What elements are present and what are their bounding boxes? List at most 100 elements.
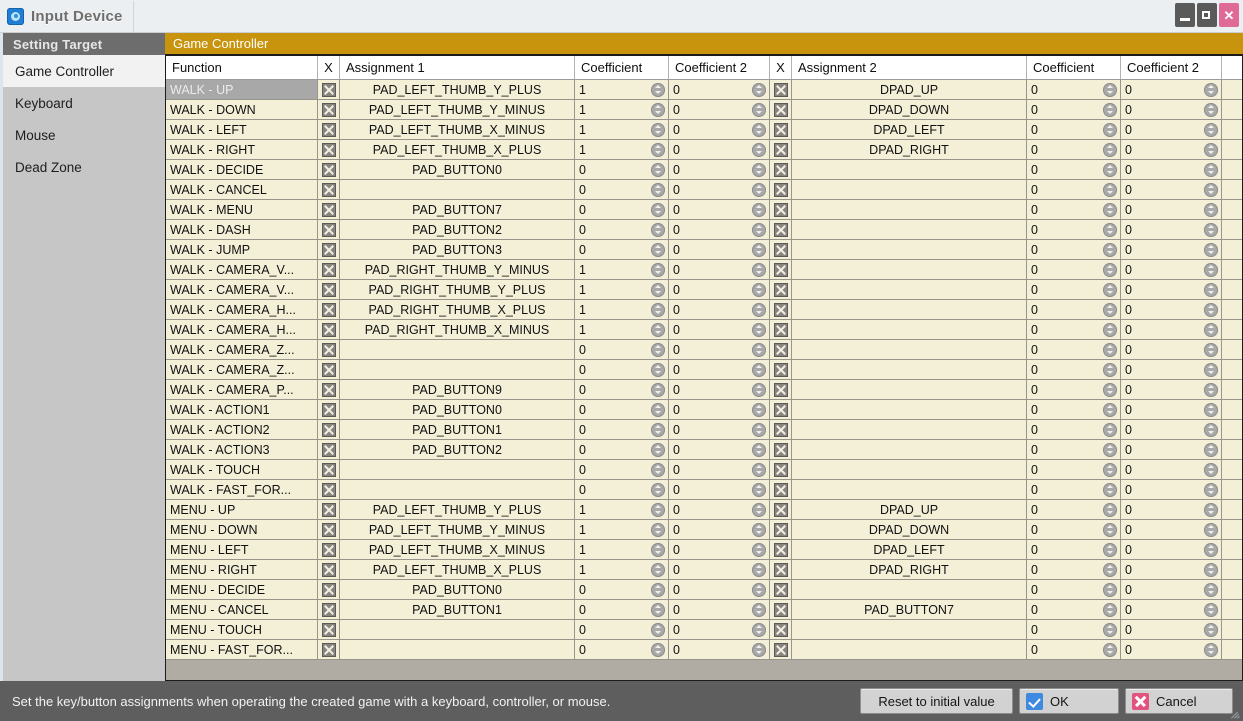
assignment-1-cell[interactable]: PAD_RIGHT_THUMB_Y_PLUS xyxy=(340,280,575,299)
x-icon[interactable] xyxy=(322,123,336,137)
x-icon[interactable] xyxy=(774,463,788,477)
x-icon[interactable] xyxy=(774,543,788,557)
coefficient-1b[interactable]: 0 xyxy=(669,300,770,319)
assignment-1-cell[interactable]: PAD_RIGHT_THUMB_X_MINUS xyxy=(340,320,575,339)
cancel-button[interactable]: Cancel xyxy=(1125,688,1233,714)
assignment-1-cell[interactable]: PAD_LEFT_THUMB_X_MINUS xyxy=(340,120,575,139)
coefficient-1b[interactable]: 0 xyxy=(669,280,770,299)
spinner-icon[interactable] xyxy=(1103,203,1117,217)
assignment-1-cell[interactable]: PAD_BUTTON3 xyxy=(340,240,575,259)
spinner-icon[interactable] xyxy=(651,423,665,437)
coefficient-1[interactable]: 1 xyxy=(575,280,669,299)
clear-assignment-1-cell[interactable] xyxy=(318,560,340,579)
spinner-icon[interactable] xyxy=(1103,143,1117,157)
spinner-icon[interactable] xyxy=(651,123,665,137)
spinner-icon[interactable] xyxy=(1204,583,1218,597)
x-icon[interactable] xyxy=(322,443,336,457)
coefficient-1b[interactable]: 0 xyxy=(669,540,770,559)
coefficient-2[interactable]: 0 xyxy=(1027,160,1121,179)
spinner-icon[interactable] xyxy=(651,323,665,337)
table-row[interactable]: WALK - CAMERA_P...PAD_BUTTON90000 xyxy=(166,380,1242,400)
clear-assignment-1-cell[interactable] xyxy=(318,220,340,239)
spinner-icon[interactable] xyxy=(1103,423,1117,437)
x-icon[interactable] xyxy=(322,463,336,477)
table-row[interactable]: WALK - CAMERA_V...PAD_RIGHT_THUMB_Y_MINU… xyxy=(166,260,1242,280)
x-icon[interactable] xyxy=(322,343,336,357)
spinner-icon[interactable] xyxy=(752,283,766,297)
spinner-icon[interactable] xyxy=(651,443,665,457)
assignment-1-cell[interactable]: PAD_BUTTON0 xyxy=(340,160,575,179)
spinner-icon[interactable] xyxy=(752,463,766,477)
clear-assignment-2-cell[interactable] xyxy=(770,360,792,379)
spinner-icon[interactable] xyxy=(1103,163,1117,177)
table-row[interactable]: MENU - TOUCH0000 xyxy=(166,620,1242,640)
x-icon[interactable] xyxy=(774,363,788,377)
assignment-2-cell[interactable] xyxy=(792,580,1027,599)
table-row[interactable]: WALK - ACTION3PAD_BUTTON20000 xyxy=(166,440,1242,460)
column-header-assignment-1-2[interactable]: Assignment 1 xyxy=(340,56,575,79)
assignment-1-cell[interactable]: PAD_BUTTON7 xyxy=(340,200,575,219)
coefficient-1b[interactable]: 0 xyxy=(669,640,770,659)
spinner-icon[interactable] xyxy=(1204,83,1218,97)
spinner-icon[interactable] xyxy=(1204,343,1218,357)
x-icon[interactable] xyxy=(322,543,336,557)
spinner-icon[interactable] xyxy=(752,623,766,637)
assignment-1-cell[interactable] xyxy=(340,460,575,479)
table-row[interactable]: MENU - CANCELPAD_BUTTON100PAD_BUTTON700 xyxy=(166,600,1242,620)
assignment-2-cell[interactable] xyxy=(792,240,1027,259)
x-icon[interactable] xyxy=(774,423,788,437)
coefficient-2[interactable]: 0 xyxy=(1027,640,1121,659)
x-icon[interactable] xyxy=(322,583,336,597)
assignment-1-cell[interactable]: PAD_BUTTON9 xyxy=(340,380,575,399)
coefficient-2b[interactable]: 0 xyxy=(1121,160,1222,179)
x-icon[interactable] xyxy=(774,163,788,177)
spinner-icon[interactable] xyxy=(752,503,766,517)
x-icon[interactable] xyxy=(322,203,336,217)
coefficient-2b[interactable]: 0 xyxy=(1121,460,1222,479)
clear-assignment-2-cell[interactable] xyxy=(770,560,792,579)
column-header-x-5[interactable]: X xyxy=(770,56,792,79)
x-icon[interactable] xyxy=(774,103,788,117)
coefficient-2b[interactable]: 0 xyxy=(1121,220,1222,239)
clear-assignment-1-cell[interactable] xyxy=(318,240,340,259)
assignment-2-cell[interactable]: DPAD_DOWN xyxy=(792,100,1027,119)
column-header-coefficient-3[interactable]: Coefficient xyxy=(575,56,669,79)
spinner-icon[interactable] xyxy=(651,103,665,117)
coefficient-1[interactable]: 0 xyxy=(575,380,669,399)
spinner-icon[interactable] xyxy=(1204,223,1218,237)
spinner-icon[interactable] xyxy=(1204,383,1218,397)
clear-assignment-1-cell[interactable] xyxy=(318,460,340,479)
coefficient-1[interactable]: 0 xyxy=(575,460,669,479)
spinner-icon[interactable] xyxy=(1204,163,1218,177)
assignment-2-cell[interactable]: DPAD_UP xyxy=(792,80,1027,99)
coefficient-1[interactable]: 0 xyxy=(575,200,669,219)
coefficient-1[interactable]: 0 xyxy=(575,420,669,439)
spinner-icon[interactable] xyxy=(752,383,766,397)
assignment-2-cell[interactable] xyxy=(792,400,1027,419)
x-icon[interactable] xyxy=(322,423,336,437)
x-icon[interactable] xyxy=(322,243,336,257)
assignment-2-cell[interactable]: PAD_BUTTON7 xyxy=(792,600,1027,619)
assignment-1-cell[interactable]: PAD_RIGHT_THUMB_Y_MINUS xyxy=(340,260,575,279)
coefficient-2b[interactable]: 0 xyxy=(1121,620,1222,639)
coefficient-2b[interactable]: 0 xyxy=(1121,360,1222,379)
assignment-2-cell[interactable] xyxy=(792,380,1027,399)
coefficient-2b[interactable]: 0 xyxy=(1121,300,1222,319)
assignment-1-cell[interactable]: PAD_LEFT_THUMB_Y_MINUS xyxy=(340,100,575,119)
coefficient-1[interactable]: 0 xyxy=(575,180,669,199)
x-icon[interactable] xyxy=(322,143,336,157)
clear-assignment-1-cell[interactable] xyxy=(318,640,340,659)
coefficient-1b[interactable]: 0 xyxy=(669,360,770,379)
x-icon[interactable] xyxy=(774,483,788,497)
spinner-icon[interactable] xyxy=(752,143,766,157)
clear-assignment-1-cell[interactable] xyxy=(318,100,340,119)
clear-assignment-2-cell[interactable] xyxy=(770,200,792,219)
spinner-icon[interactable] xyxy=(1103,483,1117,497)
table-row[interactable]: WALK - ACTION1PAD_BUTTON00000 xyxy=(166,400,1242,420)
coefficient-1[interactable]: 1 xyxy=(575,140,669,159)
coefficient-2b[interactable]: 0 xyxy=(1121,540,1222,559)
coefficient-2[interactable]: 0 xyxy=(1027,400,1121,419)
coefficient-1b[interactable]: 0 xyxy=(669,320,770,339)
coefficient-2[interactable]: 0 xyxy=(1027,280,1121,299)
spinner-icon[interactable] xyxy=(752,303,766,317)
